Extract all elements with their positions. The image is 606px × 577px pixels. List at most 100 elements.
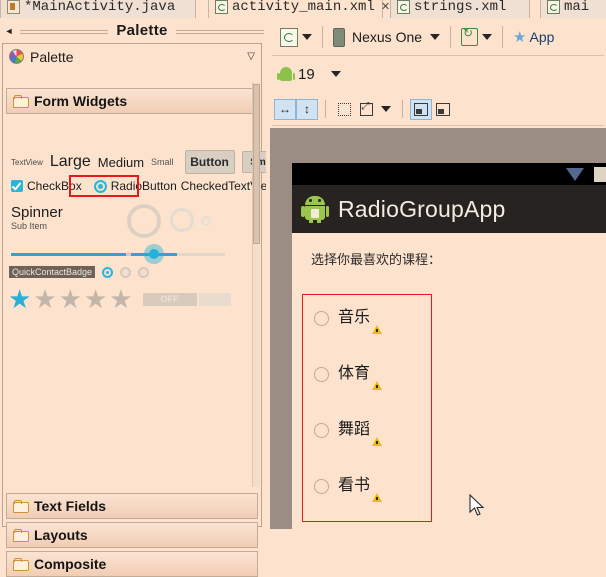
tab-strings-xml[interactable]: strings.xml [390, 0, 530, 18]
group-label: Composite [34, 556, 107, 572]
widget-small-text[interactable]: Small [151, 157, 174, 167]
distribute-button[interactable] [432, 99, 454, 120]
app-title: RadioGroupApp [338, 195, 506, 222]
toolbar-divider [402, 100, 403, 118]
palette-group-form-widgets[interactable]: Form Widgets [6, 88, 258, 114]
palette-spinner-row[interactable]: Spinner Sub Item [11, 204, 63, 231]
chevron-down-icon[interactable] [381, 106, 391, 112]
chevron-down-icon[interactable] [430, 34, 441, 40]
prompt-text: 选择你最喜欢的课程： [311, 252, 442, 267]
editor-toolbar-primary: Nexus One ★ App [270, 18, 606, 56]
battery-icon [594, 167, 606, 182]
star-empty-icon: ★ [109, 284, 133, 314]
group-label: Text Fields [34, 498, 107, 514]
radio-small-off-icon[interactable] [120, 266, 132, 278]
palette-view-title: ◄ Palette [0, 18, 266, 43]
align-bottom-button[interactable] [410, 98, 432, 120]
device-icon [333, 27, 345, 47]
palette-icon [9, 49, 24, 64]
widget-switch[interactable]: OFF [142, 292, 197, 306]
zoom-fit-button[interactable] [355, 99, 377, 120]
theme-selector-label[interactable]: App [530, 29, 555, 45]
xml-file-icon [397, 0, 410, 14]
chevron-down-icon[interactable] [482, 34, 493, 40]
progress-ring-small-icon[interactable] [201, 216, 211, 226]
title-rule-right [175, 30, 265, 31]
progress-ring-medium-icon[interactable] [170, 208, 194, 232]
widget-large-text[interactable]: Large [50, 153, 91, 171]
radio-label: 舞蹈 [338, 421, 383, 446]
widget-button[interactable]: Button [184, 150, 235, 174]
star-empty-icon: ★ [58, 284, 82, 314]
switch-track [198, 292, 231, 306]
android-status-bar [292, 163, 606, 185]
xml-file-icon [215, 0, 228, 14]
configuration-icon[interactable] [280, 27, 298, 47]
group-label: Layouts [34, 527, 88, 543]
radio-icon [314, 311, 329, 326]
widget-medium-text[interactable]: Medium [98, 155, 144, 170]
radio-small-off-icon[interactable] [138, 266, 150, 278]
checkbox-icon[interactable] [11, 180, 23, 192]
palette-container: Palette ▽ Form Widgets TextView Large Me… [2, 43, 339, 577]
radio-item[interactable]: 看书 [314, 477, 383, 502]
palette-ratingbar-row[interactable]: ★ ★ ★ ★ ★ OFF [8, 286, 231, 312]
radio-item[interactable]: 体育 [314, 365, 383, 390]
layout-editor: Nexus One ★ App 19 ↔ ↕ [270, 18, 606, 529]
folder-icon [13, 500, 29, 513]
palette-header[interactable]: Palette ▽ [3, 44, 261, 69]
radio-small-on-icon[interactable] [102, 266, 114, 278]
back-arrow-icon[interactable]: ◄ [0, 26, 18, 36]
editor-toolbar-api: 19 [270, 58, 606, 90]
radio-icon [314, 423, 329, 438]
palette-group-composite[interactable]: Composite [6, 551, 258, 577]
group-label: Form Widgets [34, 93, 128, 109]
toolbar-divider [325, 100, 326, 118]
marquee-select-button[interactable] [333, 99, 355, 120]
radio-item[interactable]: 音乐 [314, 309, 383, 334]
folder-icon [13, 95, 29, 108]
palette-group-text-fields[interactable]: Text Fields [6, 493, 258, 519]
tab-activity-main-xml[interactable]: activity_main.xml ✕ [208, 0, 390, 18]
widget-spinner: Spinner [11, 204, 63, 221]
match-width-button[interactable]: ↔ [274, 98, 296, 120]
folder-icon [13, 529, 29, 542]
star-filled-icon: ★ [8, 284, 32, 314]
tab-overflow[interactable]: mai [540, 0, 606, 18]
theme-star-icon: ★ [513, 29, 527, 46]
progress-ring-large-icon[interactable] [127, 204, 161, 238]
palette-panel: ◄ Palette Palette ▽ Form Widgets TextVie… [0, 18, 339, 577]
seekbar-thumb[interactable] [144, 244, 164, 264]
radio-icon [314, 479, 329, 494]
java-file-icon [7, 0, 20, 14]
editor-tab-strip: *MainActivity.java activity_main.xml ✕ s… [0, 0, 606, 18]
mouse-pointer-icon [469, 494, 485, 516]
palette-scrollbar-thumb[interactable] [253, 84, 260, 244]
radiobutton-selection-highlight [69, 175, 139, 197]
device-preview[interactable]: RadioGroupApp 选择你最喜欢的课程： 音乐 体育 舞蹈 看书 [292, 163, 606, 529]
chevron-down-icon[interactable] [302, 34, 312, 40]
chevron-down-icon[interactable]: ▽ [247, 51, 255, 62]
match-height-button[interactable]: ↕ [296, 98, 318, 120]
progressbar-horizontal-fill[interactable] [11, 253, 126, 256]
close-icon[interactable]: ✕ [381, 0, 390, 14]
radio-item[interactable]: 舞蹈 [314, 421, 383, 446]
chevron-down-icon[interactable] [330, 71, 341, 77]
rotate-icon[interactable] [461, 26, 479, 46]
android-robot-icon [301, 196, 329, 223]
seekbar-track[interactable] [177, 253, 225, 256]
tab-label: activity_main.xml [232, 0, 375, 15]
widget-checkedtextview[interactable]: CheckedTextView [181, 179, 276, 193]
radio-icon [314, 367, 329, 382]
tab-mainactivity-java[interactable]: *MainActivity.java [0, 0, 196, 18]
device-selector-label[interactable]: Nexus One [352, 29, 422, 45]
design-canvas[interactable]: RadioGroupApp 选择你最喜欢的课程： 音乐 体育 舞蹈 看书 [270, 128, 606, 529]
signal-triangle-icon [566, 168, 584, 181]
radio-label: 音乐 [338, 309, 383, 334]
palette-group-layouts[interactable]: Layouts [6, 522, 258, 548]
warning-triangle-icon [372, 381, 383, 390]
widget-textview[interactable]: TextView [11, 158, 43, 167]
palette-checkbox-row: CheckBox RadioButton CheckedTextView [11, 179, 276, 193]
widget-quickcontactbadge[interactable]: QuickContactBadge [9, 266, 96, 278]
api-level-label[interactable]: 19 [298, 66, 315, 83]
